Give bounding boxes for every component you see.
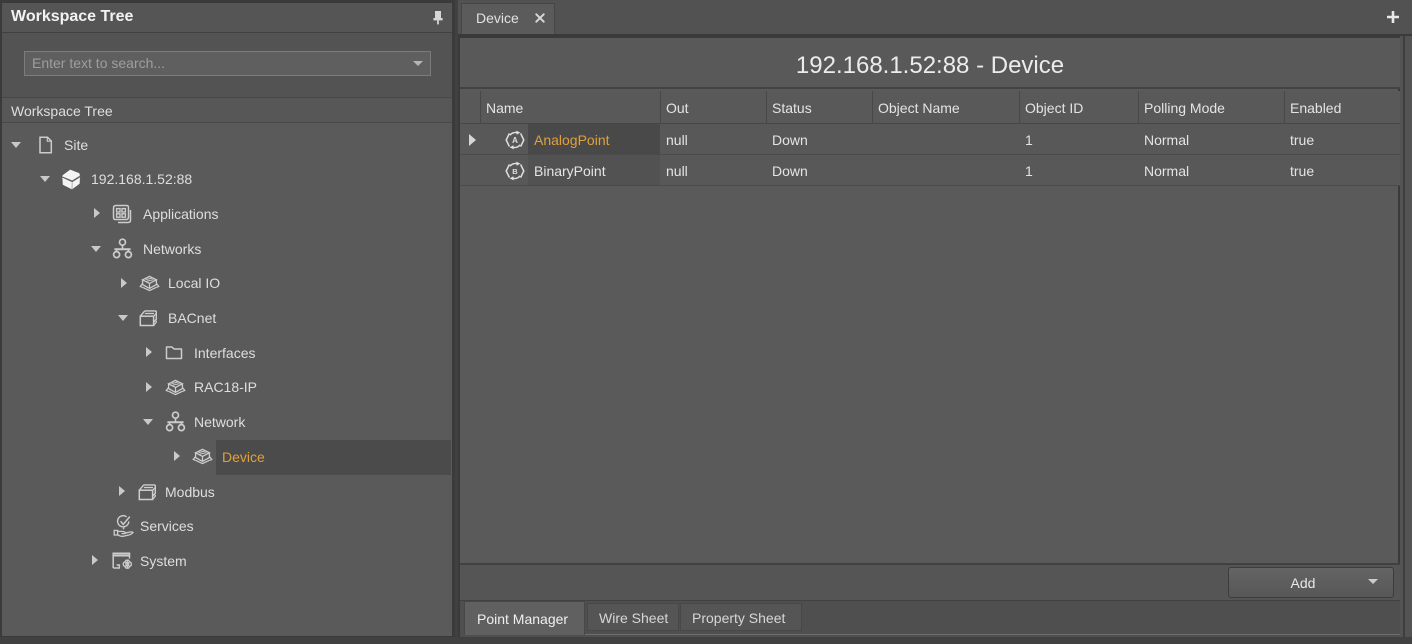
svg-text:A: A: [512, 136, 518, 145]
svg-text:B: B: [512, 167, 518, 176]
